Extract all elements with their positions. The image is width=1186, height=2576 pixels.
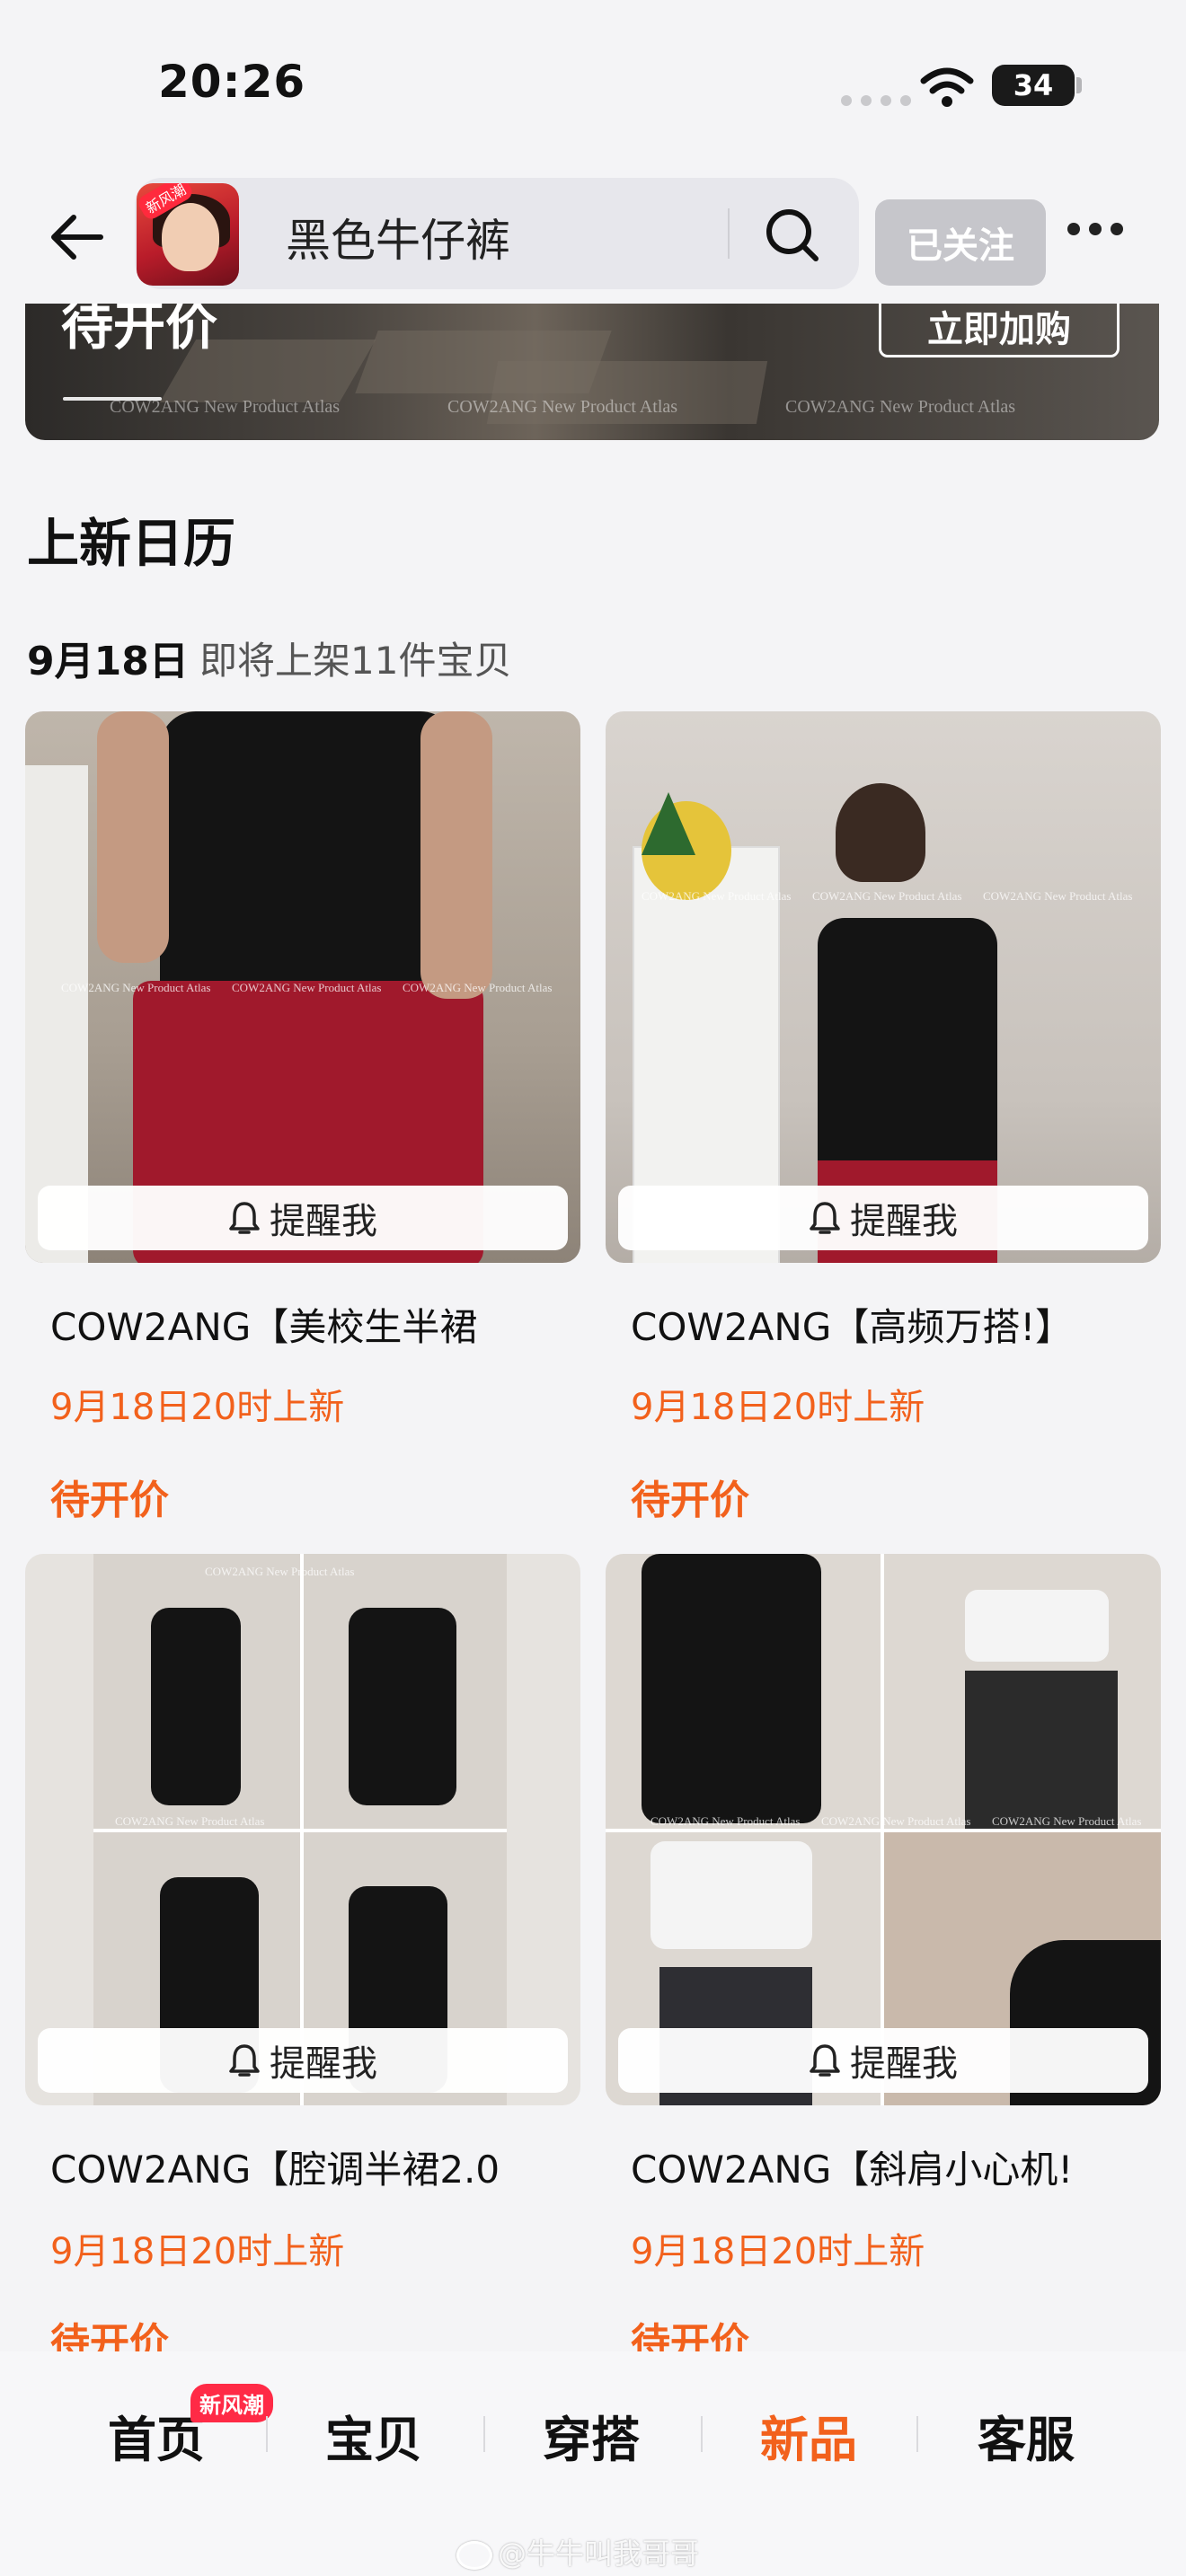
product-title[interactable]: COW2ANG【美校生半裙 xyxy=(50,1297,477,1352)
product-image[interactable]: COW2ANG New Product Atlas COW2ANG New Pr… xyxy=(25,1554,580,2105)
follow-button[interactable]: 已关注 xyxy=(875,199,1046,286)
home-badge: 新风潮 xyxy=(190,2384,273,2422)
signal-icon xyxy=(841,95,911,106)
remind-button[interactable]: 提醒我 xyxy=(38,1186,568,1250)
section-title: 上新日历 xyxy=(27,513,236,574)
search-query[interactable]: 黑色牛仔裤 xyxy=(286,205,510,269)
banner-watermark: COW2ANG New Product Atlas xyxy=(785,397,1016,417)
remind-button[interactable]: 提醒我 xyxy=(618,1186,1148,1250)
bell-icon xyxy=(810,1202,840,1234)
product-release-time: 9月18日20时上新 xyxy=(631,1387,925,1428)
remind-label: 提醒我 xyxy=(850,2043,958,2085)
product-release-time: 9月18日20时上新 xyxy=(50,2231,345,2272)
status-time: 20:26 xyxy=(158,56,306,108)
promo-banner[interactable]: 待开价 立即加购 COW2ANG New Product Atlas COW2A… xyxy=(25,304,1159,440)
banner-price: 待开价 xyxy=(61,304,218,357)
back-arrow-icon xyxy=(51,215,103,260)
banner-watermark: COW2ANG New Product Atlas xyxy=(447,397,678,417)
more-icon[interactable] xyxy=(1067,223,1123,235)
product-title[interactable]: COW2ANG【斜肩小心机! xyxy=(631,2139,1073,2194)
product-price: 待开价 xyxy=(50,1478,169,1523)
tab-new-arrivals[interactable]: 新品 xyxy=(760,2400,857,2471)
product-image[interactable]: COW2ANG New Product Atlas COW2ANG New Pr… xyxy=(25,711,580,1263)
tab-separator xyxy=(916,2416,918,2452)
tab-customer-service[interactable]: 客服 xyxy=(978,2400,1075,2471)
calendar-subtitle: 即将上架11件宝贝 xyxy=(199,639,512,683)
battery-icon: 34 xyxy=(992,65,1075,106)
battery-tip xyxy=(1076,77,1082,93)
search-divider xyxy=(728,208,730,259)
product-release-time: 9月18日20时上新 xyxy=(50,1387,345,1428)
remind-label: 提醒我 xyxy=(270,2043,377,2085)
product-image[interactable]: COW2ANG New Product Atlas COW2ANG New Pr… xyxy=(606,1554,1161,2105)
shop-avatar[interactable]: 新风潮 xyxy=(137,183,239,286)
search-icon[interactable] xyxy=(762,205,823,269)
product-release-time: 9月18日20时上新 xyxy=(631,2231,925,2272)
bell-icon xyxy=(810,2044,840,2077)
back-button[interactable] xyxy=(38,199,113,275)
tab-items[interactable]: 宝贝 xyxy=(325,2400,422,2471)
tab-separator xyxy=(266,2416,268,2452)
calendar-date: 9月18日 xyxy=(27,639,189,684)
product-title[interactable]: COW2ANG【腔调半裙2.0 xyxy=(50,2139,500,2194)
tab-outfits[interactable]: 穿搭 xyxy=(543,2400,640,2471)
remind-label: 提醒我 xyxy=(850,1201,958,1242)
buy-now-button[interactable]: 立即加购 xyxy=(879,304,1120,357)
remind-button[interactable]: 提醒我 xyxy=(618,2028,1148,2093)
weibo-icon xyxy=(456,2541,492,2570)
weibo-watermark: @牛牛叫我哥哥 xyxy=(456,2531,699,2572)
bell-icon xyxy=(229,1202,260,1234)
tab-separator xyxy=(483,2416,485,2452)
product-title[interactable]: COW2ANG【高频万搭!】 xyxy=(631,1297,1073,1352)
remind-button[interactable]: 提醒我 xyxy=(38,2028,568,2093)
tab-separator xyxy=(701,2416,703,2452)
product-image[interactable]: COW2ANG New Product Atlas COW2ANG New Pr… xyxy=(606,711,1161,1263)
banner-watermark: COW2ANG New Product Atlas xyxy=(110,397,341,417)
bell-icon xyxy=(229,2044,260,2077)
wifi-icon xyxy=(920,66,974,111)
product-price: 待开价 xyxy=(631,1478,749,1523)
remind-label: 提醒我 xyxy=(270,1201,377,1242)
